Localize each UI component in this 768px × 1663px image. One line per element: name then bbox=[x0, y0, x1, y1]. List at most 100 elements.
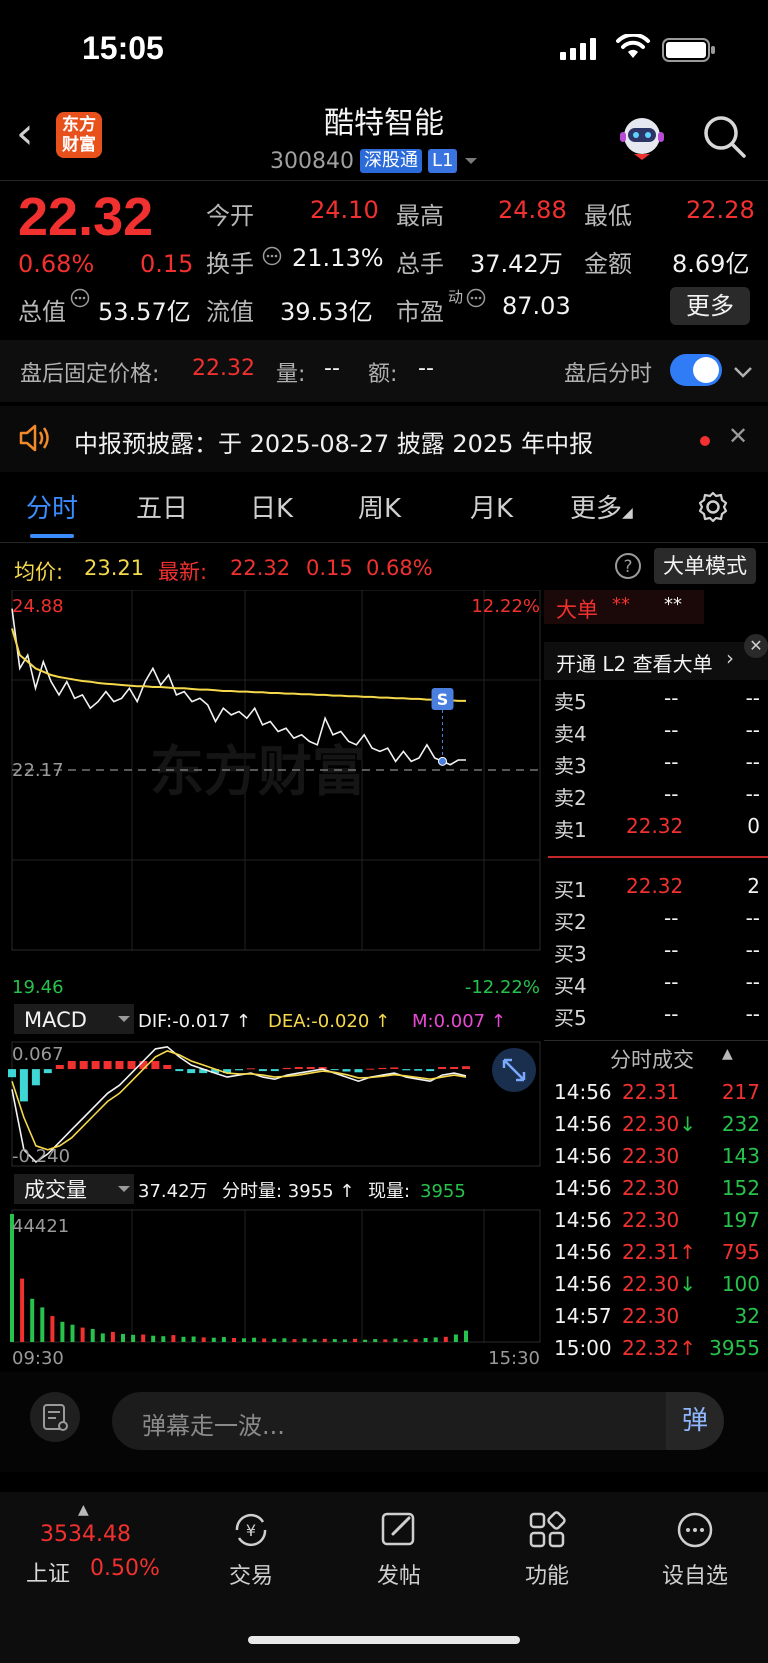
trade-price-value: 22.30 bbox=[622, 1272, 680, 1296]
ask-row[interactable]: 卖3 -- -- bbox=[544, 750, 768, 782]
big-order-mode-button[interactable]: 大单模式 bbox=[654, 548, 756, 584]
bid-row[interactable]: 买1 22.32 2 bbox=[544, 874, 768, 906]
macd-bar bbox=[91, 1061, 100, 1070]
barrage-settings-icon[interactable] bbox=[30, 1392, 80, 1442]
tab-intraday[interactable]: 分时 bbox=[26, 488, 78, 525]
macd-axis-bottom: -0.240 bbox=[12, 1146, 70, 1167]
barrage-input[interactable]: 弹幕走一波... bbox=[112, 1392, 712, 1450]
ask-row[interactable]: 卖5 -- -- bbox=[544, 686, 768, 718]
pct-axis-bottom: -12.22% bbox=[465, 977, 540, 998]
volume-bar bbox=[141, 1334, 146, 1342]
tab-five-day[interactable]: 五日 bbox=[136, 488, 188, 525]
nav-watchlist[interactable]: 设自选 bbox=[640, 1510, 750, 1590]
bid-vol: -- bbox=[745, 906, 760, 930]
volume-bar bbox=[464, 1330, 468, 1342]
bid-label: 买2 bbox=[554, 910, 587, 934]
macd-bar bbox=[139, 1061, 148, 1070]
bid-row[interactable]: 买4 -- -- bbox=[544, 970, 768, 1002]
after-hours-toggle[interactable] bbox=[670, 354, 722, 386]
float-value: 39.53亿 bbox=[280, 298, 373, 326]
l2-prompt[interactable]: 开通 L2 查看大单 › bbox=[544, 642, 768, 680]
trade-arrow: ↓ bbox=[679, 1112, 697, 1136]
volume-bar bbox=[342, 1339, 347, 1342]
high-label: 最高 bbox=[396, 202, 444, 230]
bid-price: -- bbox=[664, 906, 679, 930]
change-amount: 0.15 bbox=[140, 250, 194, 278]
macd-bar bbox=[402, 1069, 411, 1071]
active-tab-indicator bbox=[30, 534, 74, 538]
info-dots-icon[interactable] bbox=[70, 288, 90, 308]
price-axis-bottom: 19.46 bbox=[12, 977, 64, 998]
low-label: 最低 bbox=[584, 202, 632, 230]
ask-row[interactable]: 卖1 22.32 0 bbox=[544, 814, 768, 846]
macd-bar bbox=[175, 1069, 184, 1072]
info-dots-icon[interactable] bbox=[262, 246, 282, 266]
ask-row[interactable]: 卖4 -- -- bbox=[544, 718, 768, 750]
trade-row: 14:56 22.30↓ 232 bbox=[544, 1112, 768, 1144]
more-button[interactable]: 更多 bbox=[670, 287, 750, 325]
tab-weekly-k[interactable]: 周K bbox=[358, 488, 401, 525]
trades-divider bbox=[544, 1040, 768, 1041]
tab-monthly-k[interactable]: 月K bbox=[470, 488, 513, 525]
macd-bar bbox=[378, 1067, 387, 1070]
ask-vol: -- bbox=[745, 782, 760, 806]
bid-row[interactable]: 买3 -- -- bbox=[544, 938, 768, 970]
ask-price: -- bbox=[664, 686, 679, 710]
after-hours-vol: -- bbox=[324, 356, 340, 381]
cellular-signal-icon bbox=[560, 38, 596, 60]
notice-banner[interactable]: 中报预披露：于 2025-08-27 披露 2025 年中报 ✕ bbox=[0, 406, 768, 472]
chart-area[interactable]: 东方财富 S 24.88 12.22% 22.17 19.46 -12.22% … bbox=[0, 589, 542, 1370]
index-pct[interactable]: 0.50% bbox=[90, 1556, 160, 1581]
bid-price: 22.32 bbox=[626, 874, 684, 898]
nav-trade[interactable]: ¥ 交易 bbox=[196, 1510, 306, 1590]
signal-marker[interactable]: S bbox=[431, 688, 454, 766]
ask-price: 22.32 bbox=[626, 814, 684, 838]
ask-price: -- bbox=[664, 782, 679, 806]
info-dots-icon[interactable] bbox=[466, 288, 486, 308]
macd-bar bbox=[43, 1069, 52, 1074]
macd-dea: DEA:-0.020 ↑ bbox=[268, 1011, 390, 1032]
macd-bar bbox=[426, 1069, 435, 1072]
trade-price: 22.30 bbox=[622, 1176, 679, 1200]
volume-bar bbox=[453, 1334, 458, 1342]
volume-bar bbox=[171, 1335, 176, 1342]
barrage-send-button[interactable]: 弹 bbox=[666, 1392, 724, 1450]
trade-price-value: 22.30 bbox=[622, 1144, 680, 1168]
nav-post-label: 发帖 bbox=[376, 1564, 421, 1589]
macd-histogram bbox=[8, 1061, 470, 1102]
macd-bar bbox=[414, 1069, 423, 1071]
volume-bar bbox=[50, 1316, 55, 1342]
bid-row[interactable]: 买5 -- -- bbox=[544, 1002, 768, 1034]
after-hours-amt: -- bbox=[418, 356, 434, 381]
stock-code-row[interactable]: 300840 深股通 L1 bbox=[270, 146, 479, 176]
close-icon[interactable]: ✕ bbox=[744, 634, 768, 658]
big-order-header: 大单 ** ** bbox=[544, 590, 704, 624]
tab-daily-k[interactable]: 日K bbox=[250, 488, 293, 525]
ask-row[interactable]: 卖2 -- -- bbox=[544, 782, 768, 814]
current-price: 22.32 bbox=[18, 187, 154, 247]
volume-bar bbox=[131, 1334, 136, 1342]
assistant-robot-icon[interactable] bbox=[614, 110, 670, 162]
nav-functions[interactable]: 功能 bbox=[492, 1510, 602, 1590]
trade-vol: 795 bbox=[721, 1240, 760, 1264]
chart-tabs: 分时 五日 日K 周K 月K 更多◢ bbox=[0, 484, 768, 540]
trade-row: 14:57 22.30 32 bbox=[544, 1304, 768, 1336]
search-icon[interactable] bbox=[700, 112, 748, 160]
volume-bar bbox=[151, 1335, 156, 1342]
price-axis-top: 24.88 bbox=[12, 596, 64, 617]
index-name[interactable]: 上证 bbox=[26, 1556, 70, 1588]
bid-row[interactable]: 买2 -- -- bbox=[544, 906, 768, 938]
settings-gear-icon[interactable] bbox=[696, 490, 730, 524]
close-icon[interactable]: ✕ bbox=[728, 422, 748, 450]
volume-bar bbox=[383, 1339, 388, 1342]
caret-up-icon[interactable]: ▲ bbox=[722, 1046, 733, 1062]
index-value[interactable]: 3534.48 bbox=[40, 1522, 131, 1547]
macd-m: M:0.007 ↑ bbox=[412, 1011, 506, 1032]
volume-label: 总手 bbox=[396, 250, 444, 278]
volume-bar bbox=[312, 1339, 317, 1342]
macd-panel-frame bbox=[11, 1041, 541, 1167]
chevron-down-icon[interactable] bbox=[732, 362, 754, 384]
help-icon[interactable]: ? bbox=[614, 552, 642, 580]
nav-post[interactable]: 发帖 bbox=[344, 1510, 454, 1590]
tab-more[interactable]: 更多◢ bbox=[570, 488, 633, 525]
